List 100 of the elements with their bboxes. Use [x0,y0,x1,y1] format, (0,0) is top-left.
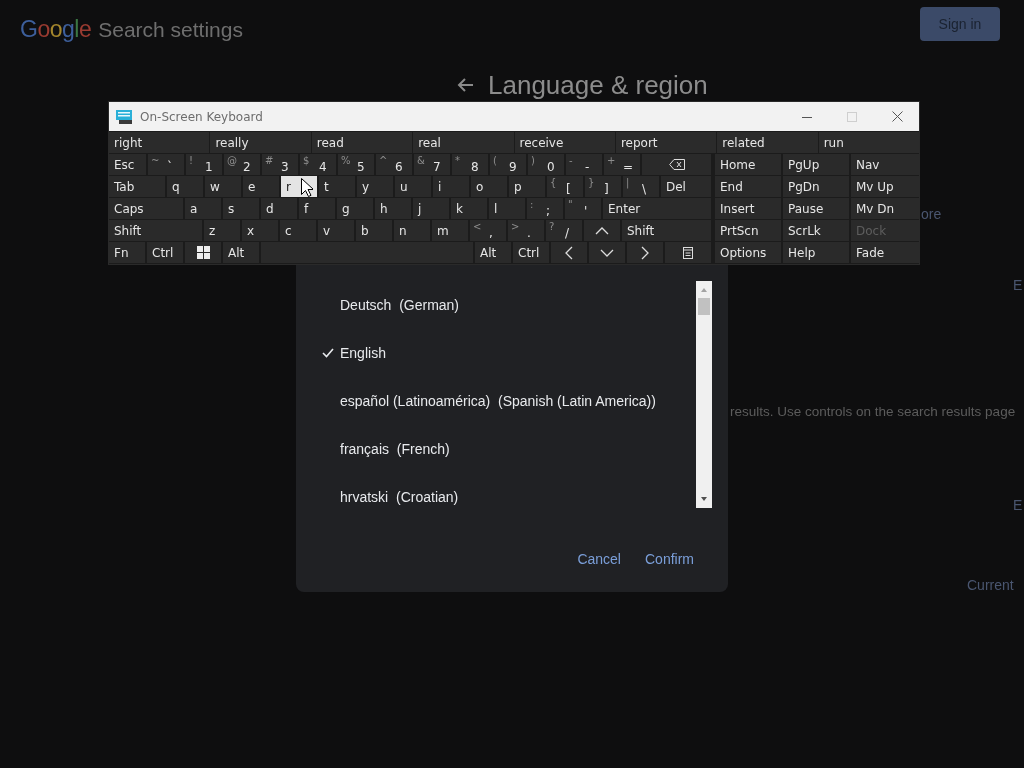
scrollbar[interactable] [696,281,712,508]
down-key[interactable] [589,242,625,263]
word-suggestion[interactable]: right [109,132,210,153]
language-option[interactable]: español (Latinoamérica) (Spanish (Latin America)) [296,377,696,425]
keyboard-key[interactable]: % 5 [338,154,374,175]
keyboard-key[interactable]: o [471,176,507,197]
keyboard-key[interactable]: ! 1 [186,154,222,175]
keyboard-key[interactable]: : ; [527,198,563,219]
keyboard-key[interactable]: Alt [475,242,511,263]
cancel-button[interactable]: Cancel [571,545,627,573]
keyboard-key[interactable]: Enter [603,198,711,219]
word-suggestion[interactable]: related [717,132,818,153]
keyboard-key[interactable]: j [413,198,449,219]
keyboard-key[interactable]: End [715,176,781,197]
keyboard-key[interactable]: Help [783,242,849,263]
keyboard-key[interactable]: { [ [547,176,583,197]
left-key[interactable] [551,242,587,263]
backspace-key[interactable] [642,154,711,175]
keyboard-key[interactable]: Home [715,154,781,175]
keyboard-key[interactable]: & 7 [414,154,450,175]
keyboard-key[interactable]: PrtScn [715,220,781,241]
keyboard-key[interactable]: n [394,220,430,241]
menu-key[interactable] [665,242,711,263]
word-suggestion[interactable]: run [818,132,919,153]
keyboard-key[interactable]: u [395,176,431,197]
keyboard-key[interactable]: PgUp [783,154,849,175]
keyboard-key[interactable]: Shift [622,220,711,241]
language-option[interactable]: hrvatski (Croatian) [296,473,696,509]
word-suggestion[interactable]: receive [514,132,615,153]
keyboard-key[interactable]: > . [508,220,544,241]
keyboard-key[interactable]: Nav [851,154,919,175]
keyboard-key[interactable]: < , [470,220,506,241]
keyboard-key[interactable]: m [432,220,468,241]
keyboard-key[interactable]: k [451,198,487,219]
keyboard-key[interactable]: d [261,198,297,219]
keyboard-key[interactable]: Options [715,242,781,263]
keyboard-key[interactable]: # 3 [262,154,298,175]
language-option[interactable]: Deutsch (German) [296,281,696,329]
keyboard-key[interactable]: ^ 6 [376,154,412,175]
keyboard-key[interactable]: Insert [715,198,781,219]
word-suggestion[interactable]: report [615,132,717,153]
language-option[interactable]: français (French) [296,425,696,473]
keyboard-key[interactable]: g [337,198,373,219]
keyboard-key[interactable]: * 8 [452,154,488,175]
keyboard-key[interactable]: Alt [223,242,259,263]
keyboard-key[interactable]: Mv Dn [851,198,919,219]
keyboard-key[interactable]: Del [661,176,711,197]
keyboard-key[interactable]: i [433,176,469,197]
keyboard-key[interactable]: " ' [565,198,601,219]
keyboard-key[interactable]: p [509,176,545,197]
keyboard-key[interactable]: t [319,176,355,197]
windows-logo-icon [196,246,210,259]
keyboard-key[interactable]: h [375,198,411,219]
keyboard-key[interactable]: Fn [109,242,145,263]
language-option[interactable]: English [296,329,696,377]
keyboard-key[interactable]: Mv Up [851,176,919,197]
keyboard-key[interactable]: Tab [109,176,165,197]
keyboard-key[interactable]: + = [604,154,640,175]
keyboard-key[interactable]: Ctrl [513,242,549,263]
keyboard-key[interactable]: - - [566,154,602,175]
keyboard-key[interactable]: y [357,176,393,197]
keyboard-key[interactable]: v [318,220,354,241]
keyboard-key[interactable]: Shift [109,220,202,241]
menu-icon [683,246,693,259]
keyboard-key[interactable]: Caps [109,198,183,219]
up-key[interactable] [584,220,620,241]
keyboard-key[interactable]: ~ ` [148,154,184,175]
keyboard-key[interactable]: q [167,176,203,197]
keyboard-key[interactable]: l [489,198,525,219]
keyboard-key[interactable]: e [243,176,279,197]
keyboard-key[interactable]: c [280,220,316,241]
right-key[interactable] [627,242,663,263]
word-suggestion[interactable]: really [210,132,311,153]
back-arrow-icon[interactable] [456,77,474,93]
keyboard-key[interactable]: @ 2 [224,154,260,175]
keyboard-key[interactable]: ) 0 [528,154,564,175]
keyboard-key[interactable]: Pause [783,198,849,219]
keyboard-key[interactable]: } ] [585,176,621,197]
keyboard-key[interactable]: PgDn [783,176,849,197]
word-suggestion[interactable]: real [413,132,514,153]
close-icon[interactable] [892,111,903,122]
keyboard-key[interactable]: Ctrl [147,242,183,263]
keyboard-key[interactable]: ( 9 [490,154,526,175]
keyboard-key[interactable]: a [185,198,221,219]
keyboard-key[interactable]: z [204,220,240,241]
keyboard-key[interactable]: Esc [109,154,146,175]
word-suggestion[interactable]: read [311,132,413,153]
keyboard-key[interactable]: x [242,220,278,241]
keyboard-key[interactable]: Fade [851,242,919,263]
keyboard-key[interactable]: | \ [623,176,659,197]
keyboard-key[interactable]: s [223,198,259,219]
confirm-button[interactable]: Confirm [639,545,700,573]
keyboard-key[interactable]: f [299,198,335,219]
keyboard-key[interactable]: ? / [546,220,582,241]
keyboard-key[interactable]: $ 4 [300,154,336,175]
logo[interactable]: Google [20,16,92,43]
keyboard-key[interactable]: ScrLk [783,220,849,241]
windows-key[interactable] [185,242,221,263]
keyboard-key[interactable]: b [356,220,392,241]
keyboard-key[interactable]: w [205,176,241,197]
